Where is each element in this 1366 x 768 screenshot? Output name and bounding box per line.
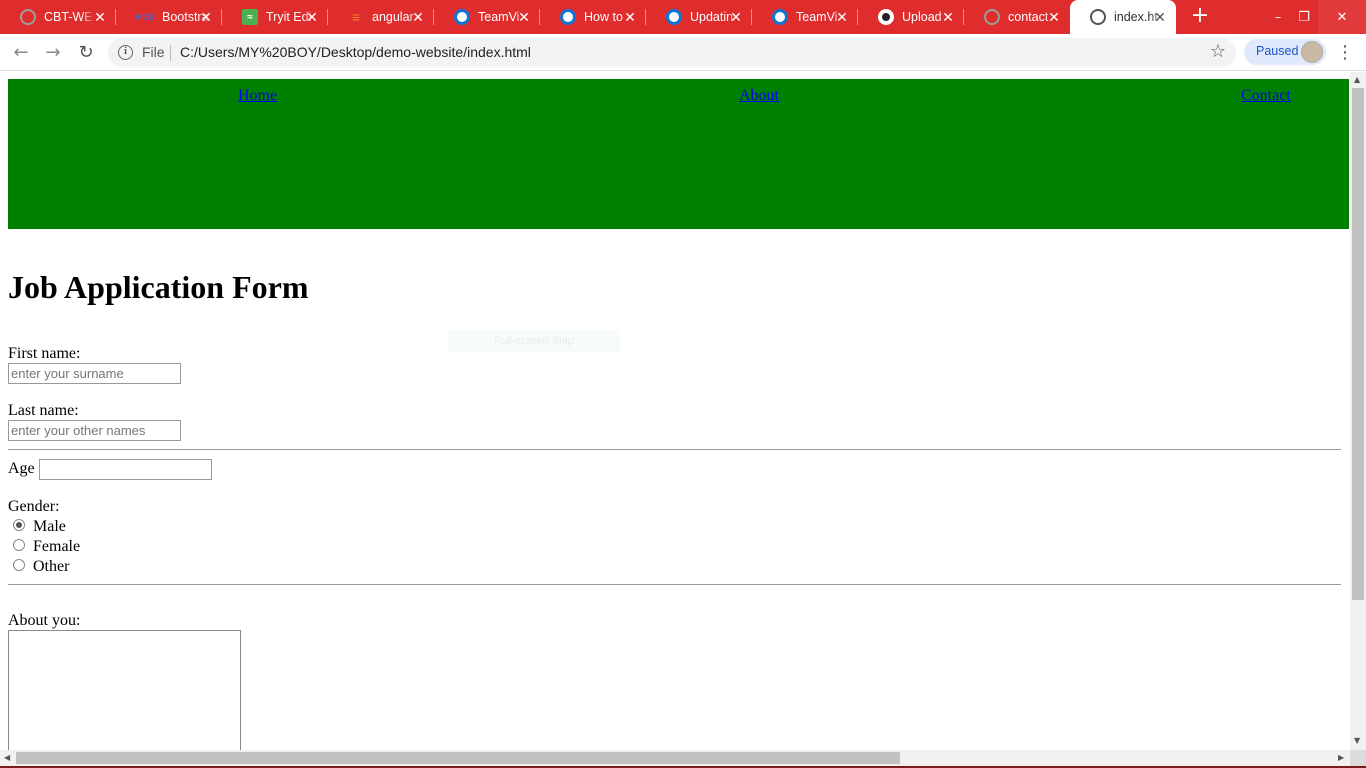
- nav-link-contact[interactable]: Contact: [1241, 87, 1291, 105]
- teamviewer-icon: [560, 9, 576, 25]
- browser-menu-icon[interactable]: ⋮: [1336, 40, 1354, 66]
- close-window-button[interactable]: ✕: [1318, 0, 1366, 34]
- scroll-right-icon[interactable]: ▶: [1338, 753, 1344, 762]
- nav-link-about[interactable]: About: [739, 87, 779, 105]
- site-nav: Home About Contact: [8, 79, 1349, 229]
- stackoverflow-icon: ≡: [351, 9, 361, 25]
- teamviewer-icon: [666, 9, 682, 25]
- close-tab-icon[interactable]: ✕: [728, 9, 744, 25]
- github-icon: [878, 9, 894, 25]
- close-tab-icon[interactable]: ✕: [622, 9, 638, 25]
- tab-cbt[interactable]: CBT-WE ✕: [0, 0, 116, 34]
- address-bar[interactable]: i File C:/Users/MY%20BOY/Desktop/demo-we…: [108, 38, 1236, 67]
- horizontal-scrollbar[interactable]: ◀ ▶: [0, 750, 1350, 766]
- close-tab-icon[interactable]: ✕: [198, 9, 214, 25]
- gender-radio-other[interactable]: [13, 559, 25, 571]
- globe-icon: [20, 9, 36, 25]
- url-text[interactable]: C:/Users/MY%20BOY/Desktop/demo-website/i…: [180, 44, 531, 60]
- last-name-input[interactable]: [8, 420, 181, 441]
- address-separator: [170, 45, 171, 61]
- tab-how-to[interactable]: How to ✕: [540, 0, 646, 34]
- divider: [8, 449, 1341, 450]
- back-button[interactable]: ←: [8, 40, 34, 66]
- gender-option-male: Male: [33, 518, 66, 535]
- tab-teamviewer-2[interactable]: TeamVi ✕: [752, 0, 858, 34]
- mdb-icon: MDB: [135, 12, 155, 22]
- forward-button[interactable]: →: [40, 40, 66, 66]
- divider: [8, 584, 1341, 585]
- profile-status: Paused: [1256, 44, 1299, 58]
- vertical-scroll-thumb[interactable]: [1352, 88, 1364, 600]
- last-name-label: Last name:: [8, 402, 79, 419]
- tab-bootstrap[interactable]: MDB Bootstra ✕: [116, 0, 222, 34]
- scroll-left-icon[interactable]: ◀: [4, 753, 10, 762]
- close-tab-icon[interactable]: ✕: [516, 9, 532, 25]
- reload-button[interactable]: ↻: [73, 40, 99, 66]
- about-label: About you:: [8, 612, 81, 629]
- page-viewport: Home About Contact Job Application Form …: [0, 72, 1350, 750]
- close-tab-icon[interactable]: ✕: [834, 9, 850, 25]
- tab-tryit[interactable]: ≈ Tryit Edi ✕: [222, 0, 328, 34]
- tab-contact[interactable]: contact ✕: [964, 0, 1070, 34]
- gender-label: Gender:: [8, 498, 60, 515]
- close-tab-icon[interactable]: ✕: [940, 9, 956, 25]
- vertical-scrollbar[interactable]: ▲ ▼: [1350, 72, 1366, 750]
- new-tab-button[interactable]: +: [1188, 5, 1212, 29]
- scrollbar-corner: [1350, 750, 1366, 766]
- close-tab-icon[interactable]: ✕: [410, 9, 426, 25]
- age-label: Age: [8, 460, 35, 477]
- first-name-input[interactable]: [8, 363, 181, 384]
- close-tab-icon[interactable]: ✕: [304, 9, 320, 25]
- avatar: [1301, 41, 1323, 63]
- gender-radio-male[interactable]: [13, 519, 25, 531]
- globe-icon: [1090, 9, 1106, 25]
- close-tab-icon[interactable]: ✕: [1046, 9, 1062, 25]
- teamviewer-icon: [454, 9, 470, 25]
- gender-radio-female[interactable]: [13, 539, 25, 551]
- tab-upload[interactable]: Upload ✕: [858, 0, 964, 34]
- tab-title: CBT-WE: [44, 10, 93, 24]
- close-tab-icon[interactable]: ✕: [92, 9, 108, 25]
- close-tab-icon[interactable]: ✕: [1152, 9, 1168, 25]
- info-icon[interactable]: i: [118, 45, 133, 60]
- gender-option-other: Other: [33, 558, 70, 575]
- tab-updating[interactable]: Updatin ✕: [646, 0, 752, 34]
- url-scheme: File: [142, 44, 165, 60]
- browser-toolbar: ← → ↻ i File C:/Users/MY%20BOY/Desktop/d…: [0, 34, 1366, 71]
- horizontal-scroll-thumb[interactable]: [16, 752, 900, 764]
- about-textarea[interactable]: [8, 630, 241, 750]
- gender-option-female: Female: [33, 538, 81, 555]
- tab-strip: CBT-WE ✕ MDB Bootstra ✕ ≈ Tryit Edi ✕ ≡ …: [0, 0, 1366, 34]
- nav-link-home[interactable]: Home: [238, 87, 277, 105]
- snip-overlay: Full-screen Snip: [448, 330, 620, 352]
- first-name-label: First name:: [8, 345, 81, 362]
- teamviewer-icon: [772, 9, 788, 25]
- tab-teamviewer-1[interactable]: TeamVi ✕: [434, 0, 540, 34]
- globe-icon: [984, 9, 1000, 25]
- tryit-icon: ≈: [242, 9, 258, 25]
- page-title: Job Application Form: [8, 269, 309, 305]
- age-input[interactable]: [39, 459, 212, 480]
- tab-index-active[interactable]: index.ht ✕: [1070, 0, 1176, 34]
- profile-button[interactable]: Paused: [1244, 39, 1326, 65]
- tab-angular[interactable]: ≡ angular ✕: [328, 0, 434, 34]
- scroll-down-icon[interactable]: ▼: [1354, 736, 1360, 745]
- scroll-up-icon[interactable]: ▲: [1354, 75, 1360, 84]
- bookmark-star-icon[interactable]: ☆: [1210, 41, 1226, 62]
